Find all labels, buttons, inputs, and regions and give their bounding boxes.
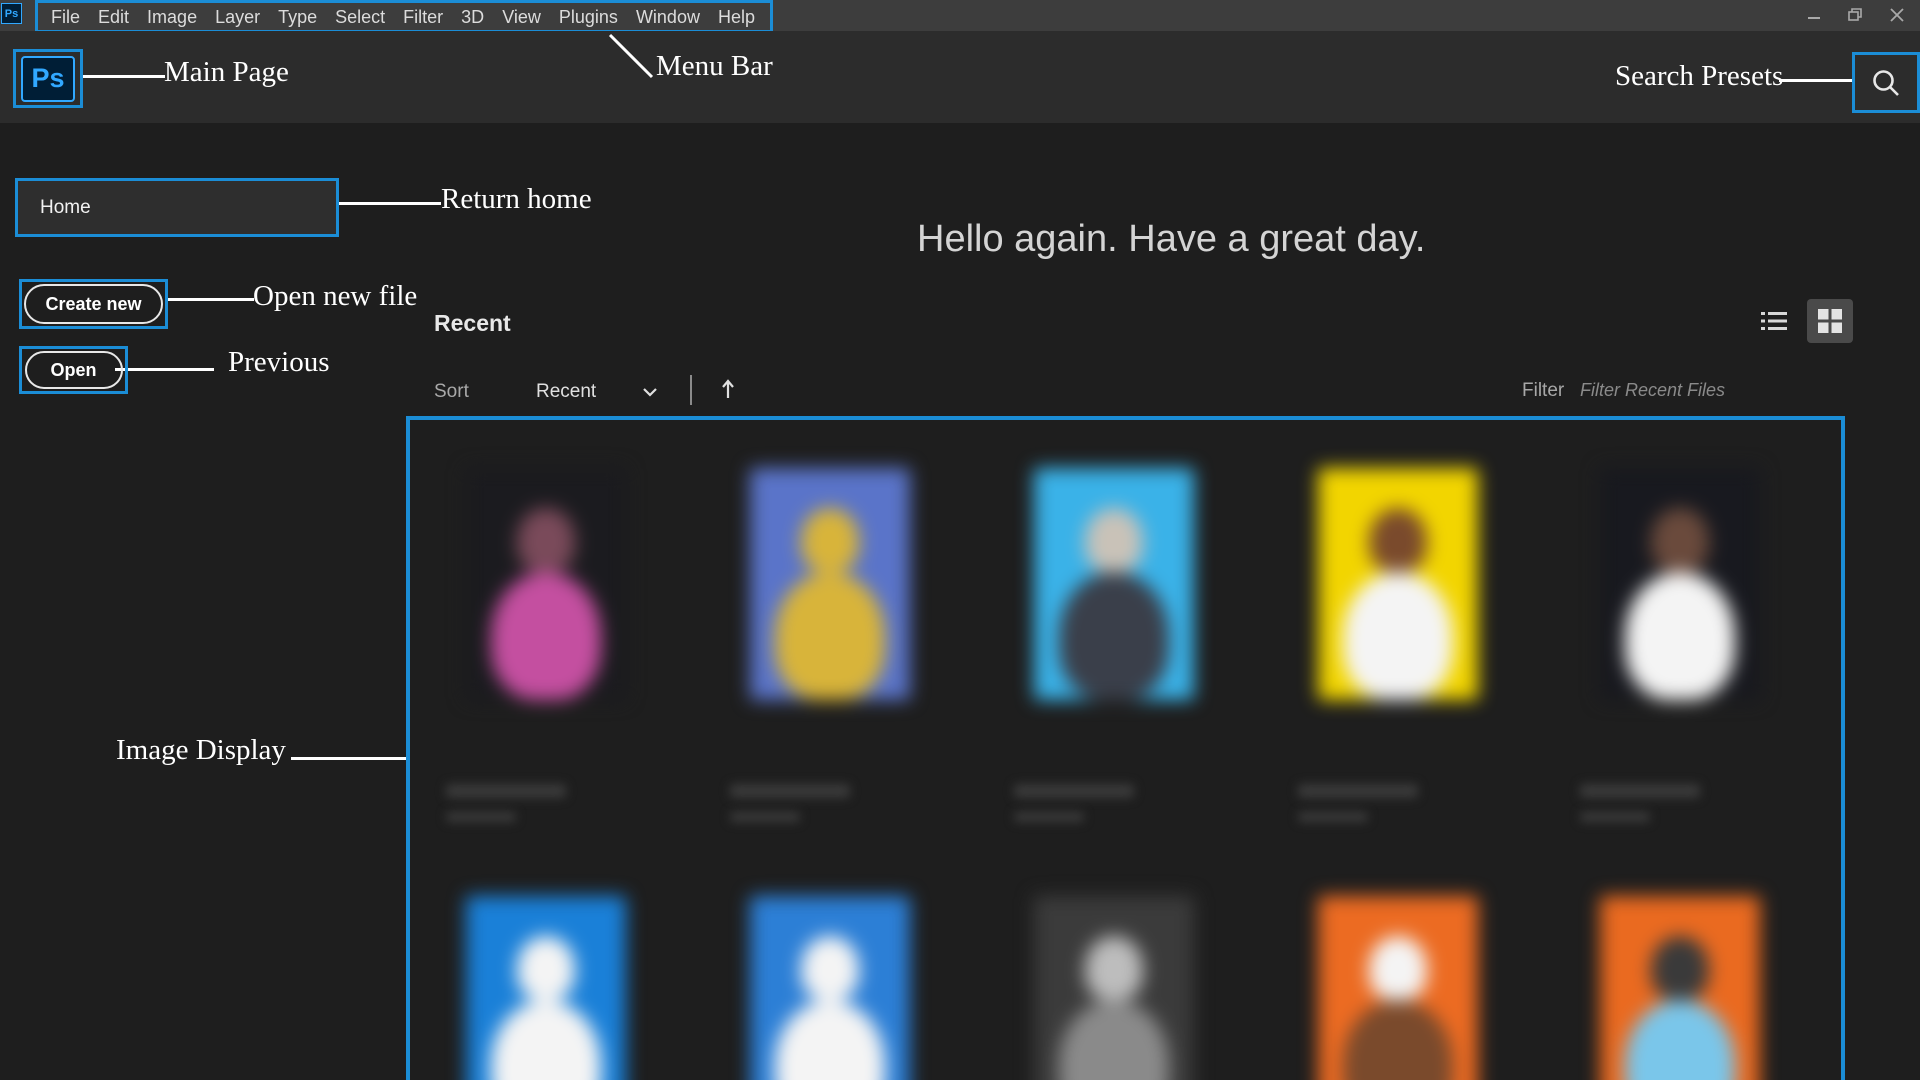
menu-bar: File Edit Image Layer Type Select Filter… <box>35 0 773 33</box>
menu-layer[interactable]: Layer <box>206 5 269 29</box>
main-page-logo-button[interactable]: Ps <box>13 49 83 108</box>
recent-file-thumbnail <box>466 896 626 1080</box>
grid-view-button[interactable] <box>1807 299 1853 343</box>
sidebar-item-home-label: Home <box>40 196 91 218</box>
grid-view-icon <box>1818 309 1842 333</box>
recent-file-date <box>1014 812 1084 822</box>
menu-window[interactable]: Window <box>627 5 709 29</box>
sort-divider <box>690 375 692 405</box>
filter-recent-files-input[interactable] <box>1580 375 1760 405</box>
recent-file-thumbnail <box>1034 468 1194 700</box>
menu-plugins[interactable]: Plugins <box>550 5 627 29</box>
chevron-down-icon <box>643 388 657 397</box>
menu-help[interactable]: Help <box>709 5 764 29</box>
recent-file-name <box>446 784 566 798</box>
menu-type[interactable]: Type <box>269 5 326 29</box>
annotation-image-display: Image Display <box>116 734 286 766</box>
recent-file-thumbnail <box>1318 468 1478 700</box>
sidebar-item-home[interactable]: Home <box>15 178 339 237</box>
annotation-line-previous <box>115 368 214 371</box>
sort-dropdown-value: Recent <box>536 381 597 402</box>
recent-file-name <box>1580 784 1700 798</box>
restore-icon[interactable] <box>1836 2 1874 27</box>
recent-file-thumbnail <box>1600 468 1760 700</box>
menu-view[interactable]: View <box>493 5 550 29</box>
recent-file-thumbnail <box>750 896 910 1080</box>
annotation-line-return-home <box>325 202 441 205</box>
open-highlight: Open <box>19 346 128 394</box>
create-new-button[interactable]: Create new <box>24 284 163 324</box>
annotation-line-open-new-file <box>166 298 254 301</box>
list-view-icon <box>1761 312 1787 330</box>
annotation-line-image-display <box>291 757 406 760</box>
menu-select[interactable]: Select <box>326 5 394 29</box>
annotation-previous: Previous <box>228 346 330 378</box>
sort-dropdown[interactable]: Recent <box>536 378 658 406</box>
annotation-open-new-file: Open new file <box>253 280 418 312</box>
recent-file-name <box>1014 784 1134 798</box>
recent-file-thumbnail <box>1318 896 1478 1080</box>
photoshop-app-icon[interactable]: Ps <box>1 3 22 24</box>
recent-file-thumbnail <box>1600 896 1760 1080</box>
create-new-highlight: Create new <box>19 279 168 329</box>
recent-file-date <box>1298 812 1368 822</box>
recent-file-name <box>730 784 850 798</box>
close-icon[interactable] <box>1878 2 1916 27</box>
recent-file-thumbnail <box>466 468 626 700</box>
annotation-line-main-page <box>83 75 165 78</box>
annotation-return-home: Return home <box>441 183 592 215</box>
menu-filter[interactable]: Filter <box>394 5 452 29</box>
recent-file-thumbnail <box>750 468 910 700</box>
menu-edit[interactable]: Edit <box>89 5 138 29</box>
annotation-line-menu-bar <box>608 33 654 79</box>
list-view-button[interactable] <box>1757 304 1791 338</box>
menu-3d[interactable]: 3D <box>452 5 493 29</box>
image-display-grid <box>406 416 1845 1080</box>
ps-logo-icon: Ps <box>21 55 75 102</box>
menu-file[interactable]: File <box>42 5 89 29</box>
greeting-text: Hello again. Have a great day. <box>917 218 1426 260</box>
open-button[interactable]: Open <box>24 351 123 389</box>
annotation-main-page: Main Page <box>164 56 289 88</box>
filter-label: Filter <box>1522 380 1565 401</box>
sort-label: Sort <box>434 381 469 402</box>
annotation-line-search-presets <box>1779 79 1852 82</box>
annotation-menu-bar: Menu Bar <box>656 50 773 82</box>
annotation-search-presets: Search Presets <box>1615 60 1784 92</box>
recent-file-date <box>1580 812 1650 822</box>
menu-image[interactable]: Image <box>138 5 206 29</box>
sort-direction-button[interactable] <box>716 376 740 402</box>
recent-file-thumbnail <box>1034 896 1194 1080</box>
recent-file-date <box>446 812 516 822</box>
recent-file-date <box>730 812 800 822</box>
search-icon <box>1873 69 1899 96</box>
recent-heading: Recent <box>434 310 511 336</box>
arrow-up-icon <box>722 379 734 398</box>
minimize-icon[interactable] <box>1795 2 1833 27</box>
search-presets-button[interactable] <box>1852 52 1920 113</box>
recent-file-name <box>1298 784 1418 798</box>
